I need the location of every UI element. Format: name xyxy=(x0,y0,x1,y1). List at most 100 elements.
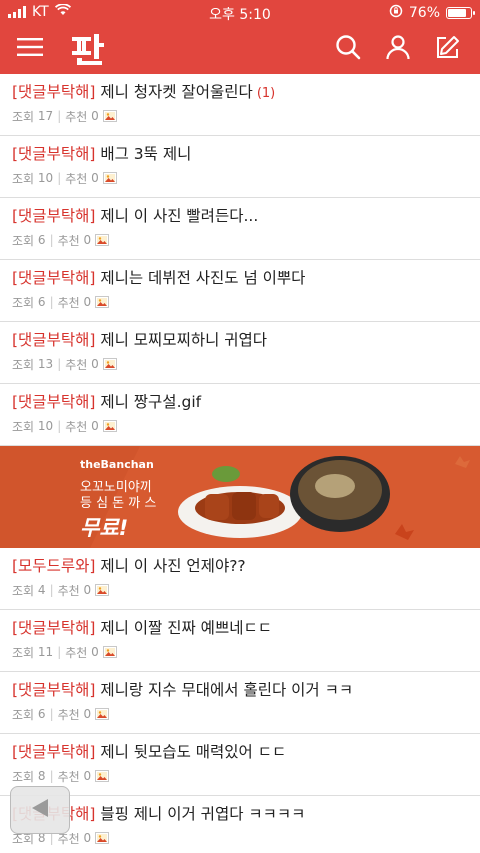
meta-divider: | xyxy=(49,769,54,783)
likes-label: 추천 xyxy=(57,707,80,722)
meta-divider: | xyxy=(49,583,54,597)
post-category-tag: [댓글부탁해] xyxy=(12,207,96,225)
search-button[interactable] xyxy=(326,24,370,74)
likes-label: 추천 xyxy=(65,109,88,124)
views-count: 10 xyxy=(37,419,54,433)
likes-count: 0 xyxy=(83,233,92,247)
likes-count: 0 xyxy=(91,645,99,659)
post-title-line: [댓글부탁해] 제니 뒷모습도 매력있어 ㄷㄷ xyxy=(12,740,468,764)
likes-count: 0 xyxy=(83,583,92,597)
post-item[interactable]: [댓글부탁해] 제니랑 지수 무대에서 홀린다 이거 ㅋㅋ 조회 6 | 추천 0 xyxy=(0,672,480,734)
post-title: 제니 이 사진 언제야?? xyxy=(100,557,246,575)
post-title: 제니 뒷모습도 매력있어 ㄷㄷ xyxy=(100,743,287,761)
post-category-tag: [댓글부탁해] xyxy=(12,83,96,101)
image-attachment-icon xyxy=(102,172,117,184)
views-label: 조회 xyxy=(12,233,35,248)
likes-count: 0 xyxy=(91,171,99,185)
image-attachment-icon xyxy=(102,110,117,122)
post-title-line: [댓글부탁해] 배그 3뚝 제니 xyxy=(12,142,468,166)
battery-percent: 76% xyxy=(408,5,440,21)
post-title-line: [모두드루와] 제니 이 사진 언제야?? xyxy=(12,554,468,578)
likes-count: 0 xyxy=(91,109,99,123)
post-item[interactable]: [댓글부탁해] 제니 뒷모습도 매력있어 ㄷㄷ 조회 8 | 추천 0 xyxy=(0,734,480,796)
post-title: 블핑 제니 이거 귀엽다 ㅋㅋㅋㅋ xyxy=(100,805,306,823)
views-count: 8 xyxy=(37,769,46,783)
image-attachment-icon xyxy=(95,708,110,720)
status-bar: KT 오후 5:10 76% xyxy=(0,0,480,24)
post-item[interactable]: [댓글부탁해] 제니 모찌모찌하니 귀엽다조회 13 | 추천 0 xyxy=(0,322,480,384)
views-count: 11 xyxy=(37,645,54,659)
image-attachment-icon xyxy=(95,584,110,596)
post-item[interactable]: [댓글부탁해] 제니 이 사진 빨려든다... 조회 6 | 추천 0 xyxy=(0,198,480,260)
post-item[interactable]: [댓글부탁해] 제니 짱구설.gif 조회 10 | 추천 0 xyxy=(0,384,480,446)
post-item[interactable]: [댓글부탁해] 제니 청자켓 잘어울린다 (1) 조회 17 | 추천 0 xyxy=(0,74,480,136)
reply-count: (1) xyxy=(256,86,276,101)
post-category-tag: [댓글부탁해] xyxy=(12,269,96,287)
post-meta: 조회 11 | 추천 0 xyxy=(12,643,468,661)
views-label: 조회 xyxy=(12,295,35,310)
app-header xyxy=(0,24,480,74)
post-category-tag: [댓글부탁해] xyxy=(12,681,96,699)
views-label: 조회 xyxy=(12,707,35,722)
post-title-line: [댓글부탁해] 제니 모찌모찌하니 귀엽다 xyxy=(12,328,468,352)
rotation-lock-icon xyxy=(389,4,403,22)
post-title: 제니 이짤 진짜 예쁘네ㄷㄷ xyxy=(100,619,272,637)
views-label: 조회 xyxy=(12,419,35,434)
views-label: 조회 xyxy=(12,769,35,784)
post-meta: 조회 6 | 추천 0 xyxy=(12,293,468,311)
post-meta: 조회 10 | 추천 0 xyxy=(12,417,468,435)
likes-count: 0 xyxy=(83,295,92,309)
image-attachment-icon xyxy=(95,296,110,308)
likes-count: 0 xyxy=(83,769,92,783)
views-count: 13 xyxy=(37,357,54,371)
ad-line-2: 등 심 돈 까 스 xyxy=(80,496,157,511)
post-category-tag: [댓글부탁해] xyxy=(12,331,96,349)
post-item[interactable]: [댓글부탁해] 배그 3뚝 제니 조회 10 | 추천 0 xyxy=(0,136,480,198)
likes-label: 추천 xyxy=(65,419,88,434)
post-title-line: [댓글부탁해] 제니랑 지수 무대에서 홀린다 이거 ㅋㅋ xyxy=(12,678,468,702)
pann-logo[interactable] xyxy=(68,30,108,68)
search-icon xyxy=(335,34,361,64)
post-title: 제니 청자켓 잘어울린다 xyxy=(100,83,253,101)
likes-label: 추천 xyxy=(57,583,80,598)
likes-count: 0 xyxy=(91,357,99,371)
post-category-tag: [모두드루와] xyxy=(12,557,96,575)
post-category-tag: [댓글부탁해] xyxy=(12,619,96,637)
likes-count: 0 xyxy=(91,419,99,433)
views-label: 조회 xyxy=(12,583,35,598)
write-button[interactable] xyxy=(426,24,470,74)
post-title: 제니 이 사진 빨려든다... xyxy=(100,207,259,225)
post-title: 제니 짱구설.gif xyxy=(100,393,202,411)
post-item[interactable]: [모두드루와] 제니 이 사진 언제야?? 조회 4 | 추천 0 xyxy=(0,548,480,610)
post-item[interactable]: [댓글부탁해] 제니는 데뷔전 사진도 넘 이뿌다 조회 6 | 추천 0 xyxy=(0,260,480,322)
views-count: 4 xyxy=(37,583,46,597)
post-category-tag: [댓글부탁해] xyxy=(12,393,96,411)
battery-icon xyxy=(446,7,475,19)
profile-button[interactable] xyxy=(376,24,420,74)
back-button[interactable] xyxy=(10,786,70,834)
image-attachment-icon xyxy=(95,234,110,246)
back-arrow-icon xyxy=(28,796,52,824)
post-item[interactable]: [댓글부탁해] 블핑 제니 이거 귀엽다 ㅋㅋㅋㅋ 조회 8|추천 0 xyxy=(0,796,480,853)
views-count: 17 xyxy=(37,109,54,123)
likes-label: 추천 xyxy=(57,769,80,784)
views-count: 6 xyxy=(37,295,46,309)
ad-banner[interactable]: theBanchan 오꼬노미야끼 등 심 돈 까 스 무료! xyxy=(0,446,480,548)
post-meta: 조회 8 | 추천 0 xyxy=(12,767,468,785)
post-item[interactable]: [댓글부탁해] 제니 이짤 진짜 예쁘네ㄷㄷ 조회 11 | 추천 0 xyxy=(0,610,480,672)
post-title: 배그 3뚝 제니 xyxy=(100,145,192,163)
meta-divider: | xyxy=(57,109,62,123)
views-label: 조회 xyxy=(12,109,35,124)
image-attachment-icon xyxy=(102,420,117,432)
meta-divider: | xyxy=(49,295,54,309)
meta-divider: | xyxy=(49,233,54,247)
likes-label: 추천 xyxy=(65,171,88,186)
post-list: [댓글부탁해] 제니 청자켓 잘어울린다 (1) 조회 17 | 추천 0 [댓글부탁해]… xyxy=(0,74,480,853)
likes-label: 추천 xyxy=(65,645,88,660)
menu-button[interactable] xyxy=(8,24,52,74)
post-meta: 조회 13 | 추천 0 xyxy=(12,355,468,373)
likes-label: 추천 xyxy=(65,357,88,372)
post-meta: 조회 4 | 추천 0 xyxy=(12,581,468,599)
likes-count: 0 xyxy=(83,831,92,845)
views-count: 6 xyxy=(37,707,46,721)
